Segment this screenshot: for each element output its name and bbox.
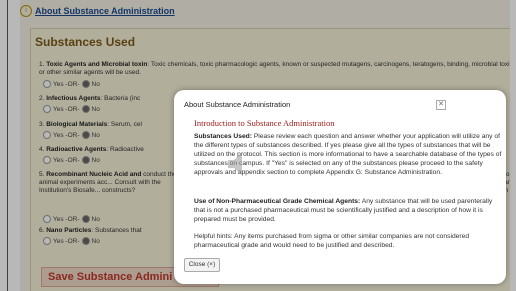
dialog-intro-heading: Introduction to Substance Administration xyxy=(194,118,335,128)
close-button[interactable]: Close (×) xyxy=(184,258,220,272)
close-icon[interactable]: ✕ xyxy=(436,100,446,110)
about-dialog: About Substance Administration ✕ Introdu… xyxy=(174,90,506,284)
dialog-title: About Substance Administration xyxy=(184,100,291,109)
speaker-icon xyxy=(228,153,242,175)
paragraph-non-pharmaceutical: Use of Non-Pharmaceutical Grade Chemical… xyxy=(194,198,493,223)
paragraph-helpful-hints: Helpful hints: Any items purchased from … xyxy=(194,233,470,249)
